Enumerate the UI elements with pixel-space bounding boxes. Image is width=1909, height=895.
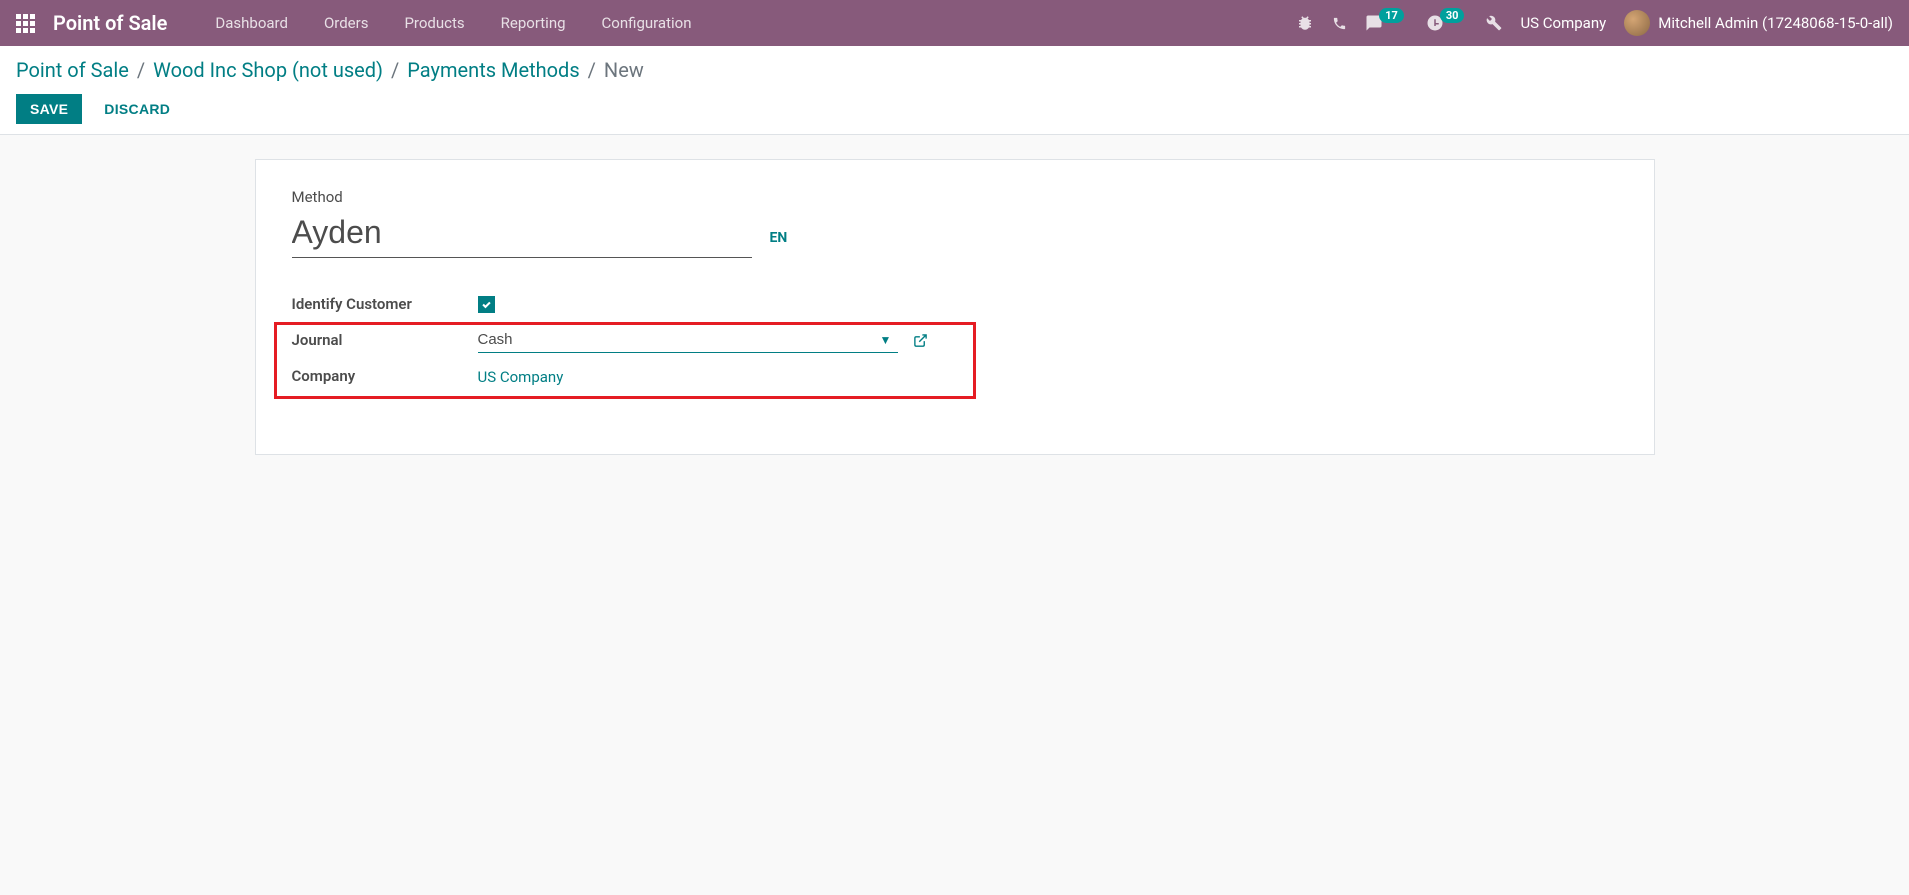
breadcrumb: Point of Sale / Wood Inc Shop (not used)… <box>16 58 1893 82</box>
debug-icon[interactable] <box>1296 14 1314 32</box>
company-switcher[interactable]: US Company <box>1520 14 1606 32</box>
breadcrumb-shop[interactable]: Wood Inc Shop (not used) <box>153 58 383 82</box>
messages-icon[interactable]: 17 <box>1365 14 1408 32</box>
company-link[interactable]: US Company <box>478 368 564 386</box>
nav-dashboard[interactable]: Dashboard <box>197 14 306 32</box>
nav-menu: Dashboard Orders Products Reporting Conf… <box>197 14 709 32</box>
avatar <box>1624 10 1650 36</box>
nav-products[interactable]: Products <box>386 14 482 32</box>
breadcrumb-sep: / <box>387 58 403 82</box>
caret-down-icon[interactable]: ▼ <box>880 333 892 347</box>
language-badge[interactable]: EN <box>770 230 788 246</box>
identify-customer-checkbox[interactable] <box>478 296 495 313</box>
form-sheet: Method EN Identify Customer Journal <box>255 159 1655 455</box>
nav-reporting[interactable]: Reporting <box>483 14 584 32</box>
external-link-icon[interactable] <box>913 333 928 348</box>
breadcrumb-sep: / <box>133 58 149 82</box>
tools-icon[interactable] <box>1486 15 1502 31</box>
journal-input[interactable] <box>478 327 898 353</box>
nav-configuration[interactable]: Configuration <box>584 14 710 32</box>
discard-button[interactable]: Discard <box>94 94 180 124</box>
control-panel: Point of Sale / Wood Inc Shop (not used)… <box>0 46 1909 135</box>
phone-icon[interactable] <box>1332 16 1347 31</box>
activities-badge: 30 <box>1440 8 1465 23</box>
messages-badge: 17 <box>1379 8 1404 23</box>
form-container: Method EN Identify Customer Journal <box>0 135 1909 479</box>
breadcrumb-sep: / <box>584 58 600 82</box>
top-navbar: Point of Sale Dashboard Orders Products … <box>0 0 1909 46</box>
brand-title[interactable]: Point of Sale <box>53 11 167 35</box>
company-label: Company <box>292 358 478 394</box>
journal-label: Journal <box>292 322 478 358</box>
user-menu[interactable]: Mitchell Admin (17248068-15-0-all) <box>1624 10 1893 36</box>
save-button[interactable]: Save <box>16 94 82 124</box>
breadcrumb-current: New <box>604 58 644 82</box>
user-name-label: Mitchell Admin (17248068-15-0-all) <box>1658 14 1893 32</box>
breadcrumb-payment-methods[interactable]: Payments Methods <box>407 58 579 82</box>
identify-customer-label: Identify Customer <box>292 286 478 322</box>
method-name-input[interactable] <box>292 210 752 258</box>
breadcrumb-pos[interactable]: Point of Sale <box>16 58 129 82</box>
nav-orders[interactable]: Orders <box>306 14 387 32</box>
activities-icon[interactable]: 30 <box>1426 14 1469 32</box>
apps-icon[interactable] <box>16 14 35 33</box>
method-field-label: Method <box>292 188 1618 206</box>
